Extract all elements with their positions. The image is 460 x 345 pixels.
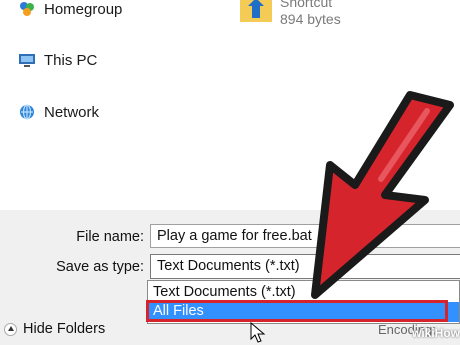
homegroup-icon (18, 0, 36, 18)
file-size: 894 bytes (280, 11, 341, 27)
navigation-pane: Homegroup This PC Network (0, 0, 210, 210)
save-as-type-label: Save as type: (56, 259, 144, 275)
file-name: Shortcut (280, 0, 333, 10)
nav-item-label: This PC (44, 51, 98, 69)
mouse-cursor-icon (250, 322, 266, 343)
annotation-arrow-icon (311, 91, 454, 299)
nav-item-homegroup[interactable]: Homegroup (18, 0, 122, 18)
chevron-up-icon (4, 322, 17, 336)
network-icon (18, 103, 36, 121)
nav-item-this-pc[interactable]: This PC (18, 51, 97, 69)
folder-shortcut-icon[interactable] (230, 0, 278, 24)
nav-item-label: Homegroup (44, 0, 123, 18)
file-name-label: File name: (76, 229, 144, 245)
wikihow-watermark: wikiHow (412, 326, 460, 340)
hide-folders-label: Hide Folders (23, 321, 106, 337)
hide-folders-button[interactable]: Hide Folders (4, 321, 105, 337)
nav-item-network[interactable]: Network (18, 103, 99, 121)
pc-icon (18, 51, 36, 69)
nav-item-label: Network (44, 103, 100, 121)
